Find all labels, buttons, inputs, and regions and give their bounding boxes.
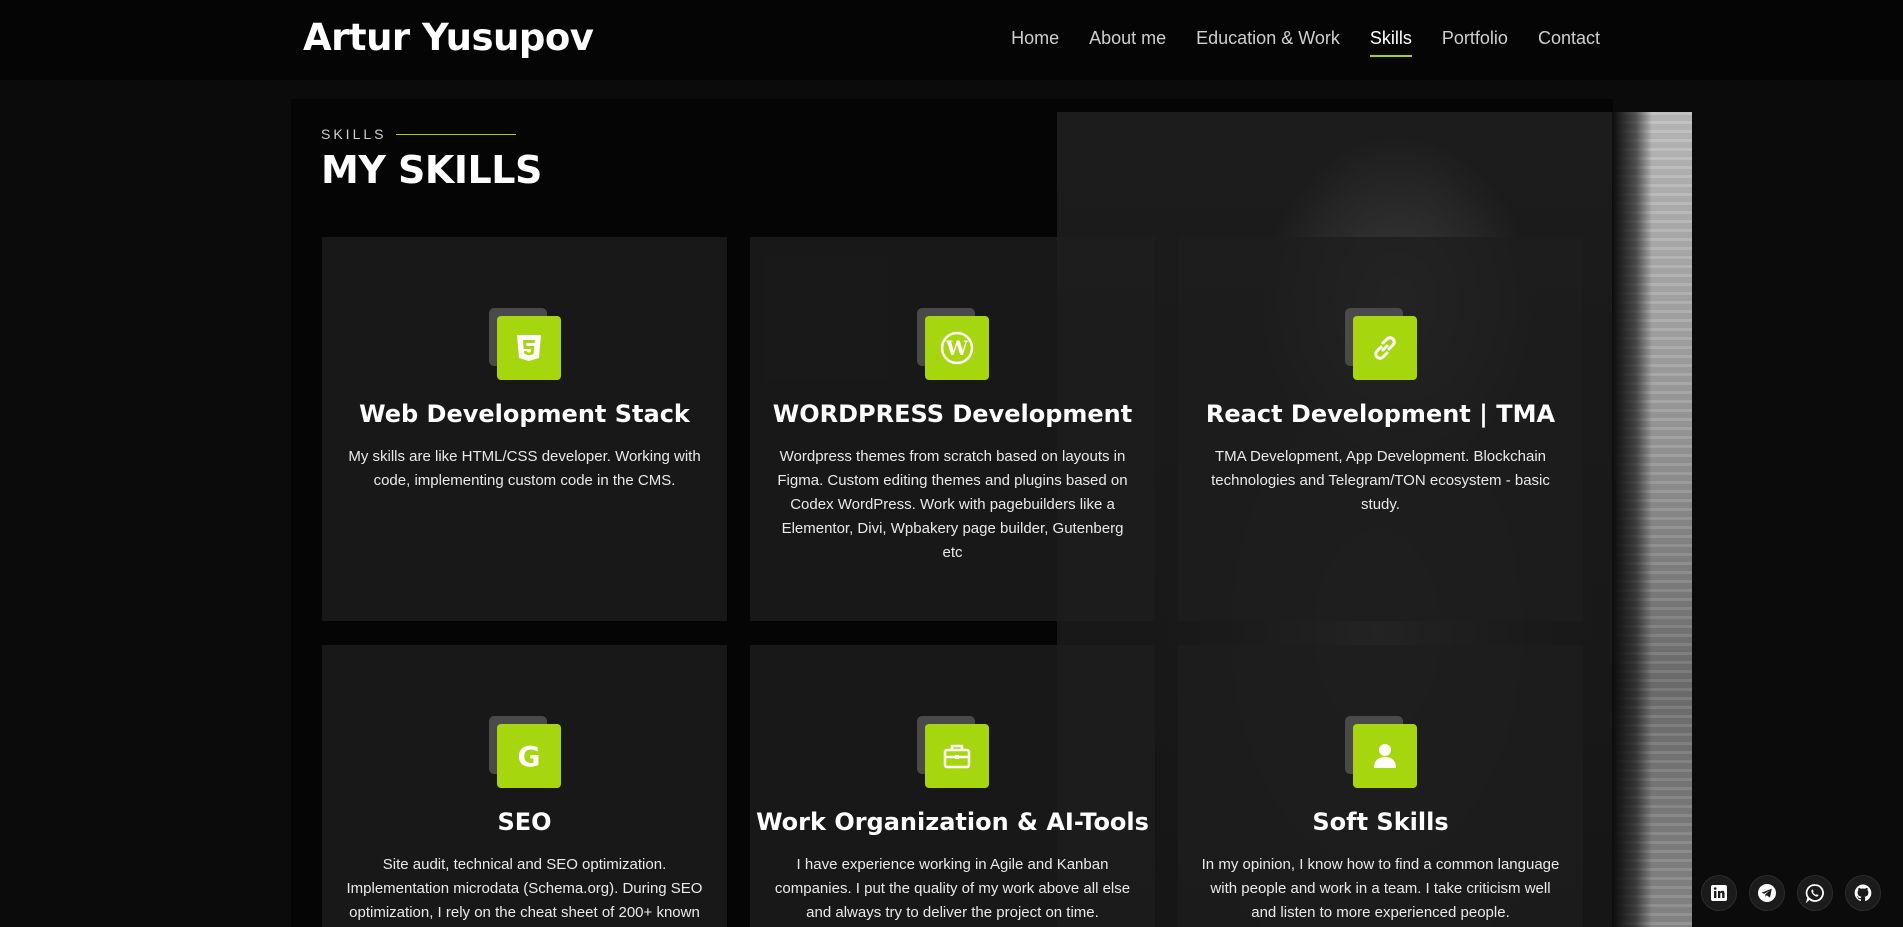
linkedin-icon [1711,885,1727,901]
site-logo[interactable]: Artur Yusupov [303,16,594,59]
briefcase-icon [943,744,970,769]
nav-skills[interactable]: Skills [1369,28,1412,57]
skill-card-work-organization: Work Organization & AI-Tools I have expe… [750,645,1155,927]
whatsapp-icon [1805,884,1824,903]
skill-icon-tile: G [488,716,561,788]
skill-card-text: I have experience working in Agile and K… [774,856,1131,921]
google-icon: G [517,740,540,772]
user-icon [1373,744,1396,768]
telegram-icon [1758,884,1776,902]
svg-text:G: G [517,740,540,772]
skill-card-title: Work Organization & AI-Tools [756,808,1149,836]
skill-icon-tile [488,308,561,380]
skill-icon-tile [1344,308,1417,380]
social-links [1701,875,1881,911]
nav-about-me[interactable]: About me [1089,28,1166,55]
section-kicker-label: SKILLS [321,126,387,142]
skill-card-title: Web Development Stack [359,400,690,428]
github-button[interactable] [1845,875,1881,911]
skill-card-title: React Development | TMA [1205,400,1556,428]
nav-home[interactable]: Home [1011,28,1059,55]
skill-card-title: SEO [497,808,552,836]
nav-education-work[interactable]: Education & Work [1196,28,1340,55]
skill-card-wordpress: W WORDPRESS Development Wordpress themes… [750,237,1155,621]
nav-portfolio[interactable]: Portfolio [1442,28,1508,55]
site-header: Artur Yusupov Home About me Education & … [0,0,1903,80]
skill-icon-tile: W [916,308,989,380]
main-nav: Home About me Education & Work Skills Po… [1011,28,1600,57]
skill-card-text: My skills are like HTML/CSS developer. W… [348,448,701,489]
html5-icon [516,335,541,361]
skill-card-title: Soft Skills [1312,808,1449,836]
telegram-button[interactable] [1749,875,1785,911]
skill-icon-tile [916,716,989,788]
photo-background-strip [1612,112,1692,927]
skill-card-title: WORDPRESS Development [772,400,1133,428]
skill-card-web-development: Web Development Stack My skills are like… [322,237,727,621]
skill-card-text: Site audit, technical and SEO optimizati… [346,856,703,921]
skill-icon-tile [1344,716,1417,788]
svg-text:W: W [944,336,968,360]
skill-card-react: React Development | TMA TMA Development,… [1178,237,1583,621]
github-icon [1854,884,1872,902]
section-title: MY SKILLS [321,148,542,192]
skill-card-soft-skills: Soft Skills In my opinion, I know how to… [1178,645,1583,927]
skill-card-seo: G SEO Site audit, technical and SEO opti… [322,645,727,927]
linkedin-button[interactable] [1701,875,1737,911]
whatsapp-button[interactable] [1797,875,1833,911]
section-kicker: SKILLS [321,126,517,142]
skill-card-text: TMA Development, App Development. Blockc… [1211,448,1550,513]
kicker-divider [396,133,517,135]
nav-contact[interactable]: Contact [1538,28,1600,55]
link-icon [1373,336,1396,360]
skill-card-text: In my opinion, I know how to find a comm… [1201,856,1560,921]
skill-card-text: Wordpress themes from scratch based on l… [777,448,1128,561]
wordpress-icon: W [940,331,973,365]
